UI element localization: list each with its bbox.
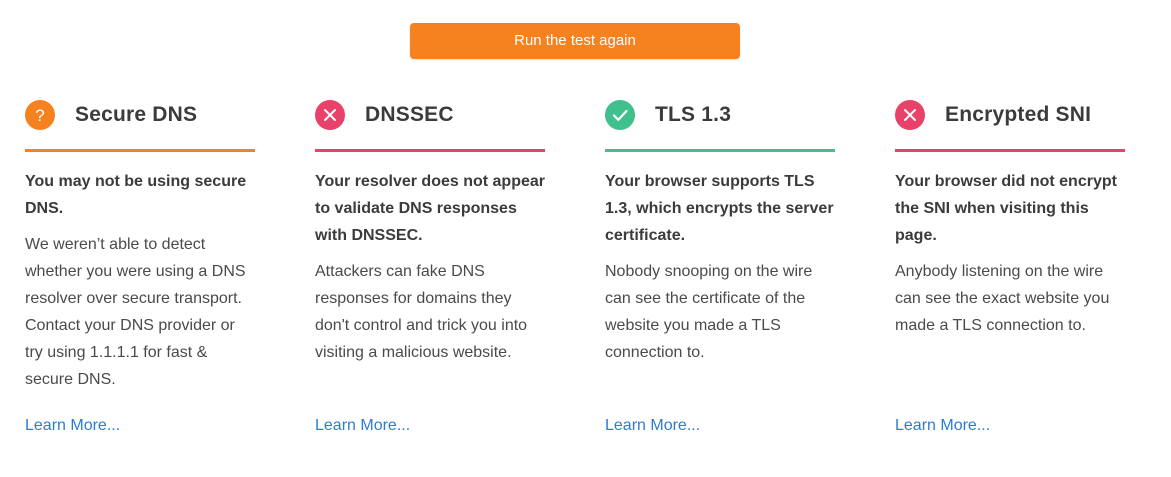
learn-more-link-tls[interactable]: Learn More... <box>605 417 700 435</box>
card-detail: Nobody snooping on the wire can see the … <box>605 263 813 361</box>
close-icon <box>895 100 925 130</box>
card-secure-dns: ? Secure DNS You may not be using secure… <box>25 96 255 393</box>
card-summary: Your browser did not encrypt the SNI whe… <box>895 173 1117 244</box>
card-detail: Anybody listening on the wire can see th… <box>895 263 1110 334</box>
results-page: Run the test again ? Secure DNS You may … <box>0 0 1171 477</box>
card-title: Secure DNS <box>75 103 198 126</box>
card-tls-1-3: TLS 1.3 Your browser supports TLS 1.3, w… <box>605 96 835 366</box>
close-icon <box>315 100 345 130</box>
card-dnssec: DNSSEC Your resolver does not appear to … <box>315 96 545 366</box>
card-divider <box>895 149 1125 152</box>
card-encrypted-sni: Encrypted SNI Your browser did not encry… <box>895 96 1125 339</box>
card-header: TLS 1.3 <box>605 96 835 134</box>
card-divider <box>315 149 545 152</box>
card-summary: Your resolver does not appear to validat… <box>315 173 545 244</box>
svg-text:?: ? <box>35 106 44 125</box>
card-title: DNSSEC <box>365 103 454 126</box>
card-header: DNSSEC <box>315 96 545 134</box>
learn-more-link-secure-dns[interactable]: Learn More... <box>25 417 120 435</box>
learn-more-link-dnssec[interactable]: Learn More... <box>315 417 410 435</box>
card-title: TLS 1.3 <box>655 103 732 126</box>
card-header: Encrypted SNI <box>895 96 1125 134</box>
card-title: Encrypted SNI <box>945 103 1092 126</box>
card-header: ? Secure DNS <box>25 96 255 134</box>
run-test-again-button[interactable]: Run the test again <box>410 23 740 59</box>
learn-more-link-encrypted-sni[interactable]: Learn More... <box>895 417 990 435</box>
card-detail: We weren’t able to detect whether you we… <box>25 236 246 388</box>
check-icon <box>605 100 635 130</box>
card-summary: You may not be using secure DNS. <box>25 173 247 217</box>
card-divider <box>25 149 255 152</box>
card-summary: Your browser supports TLS 1.3, which enc… <box>605 173 834 244</box>
card-divider <box>605 149 835 152</box>
question-icon: ? <box>25 100 55 130</box>
card-detail: Attackers can fake DNS responses for dom… <box>315 263 528 361</box>
